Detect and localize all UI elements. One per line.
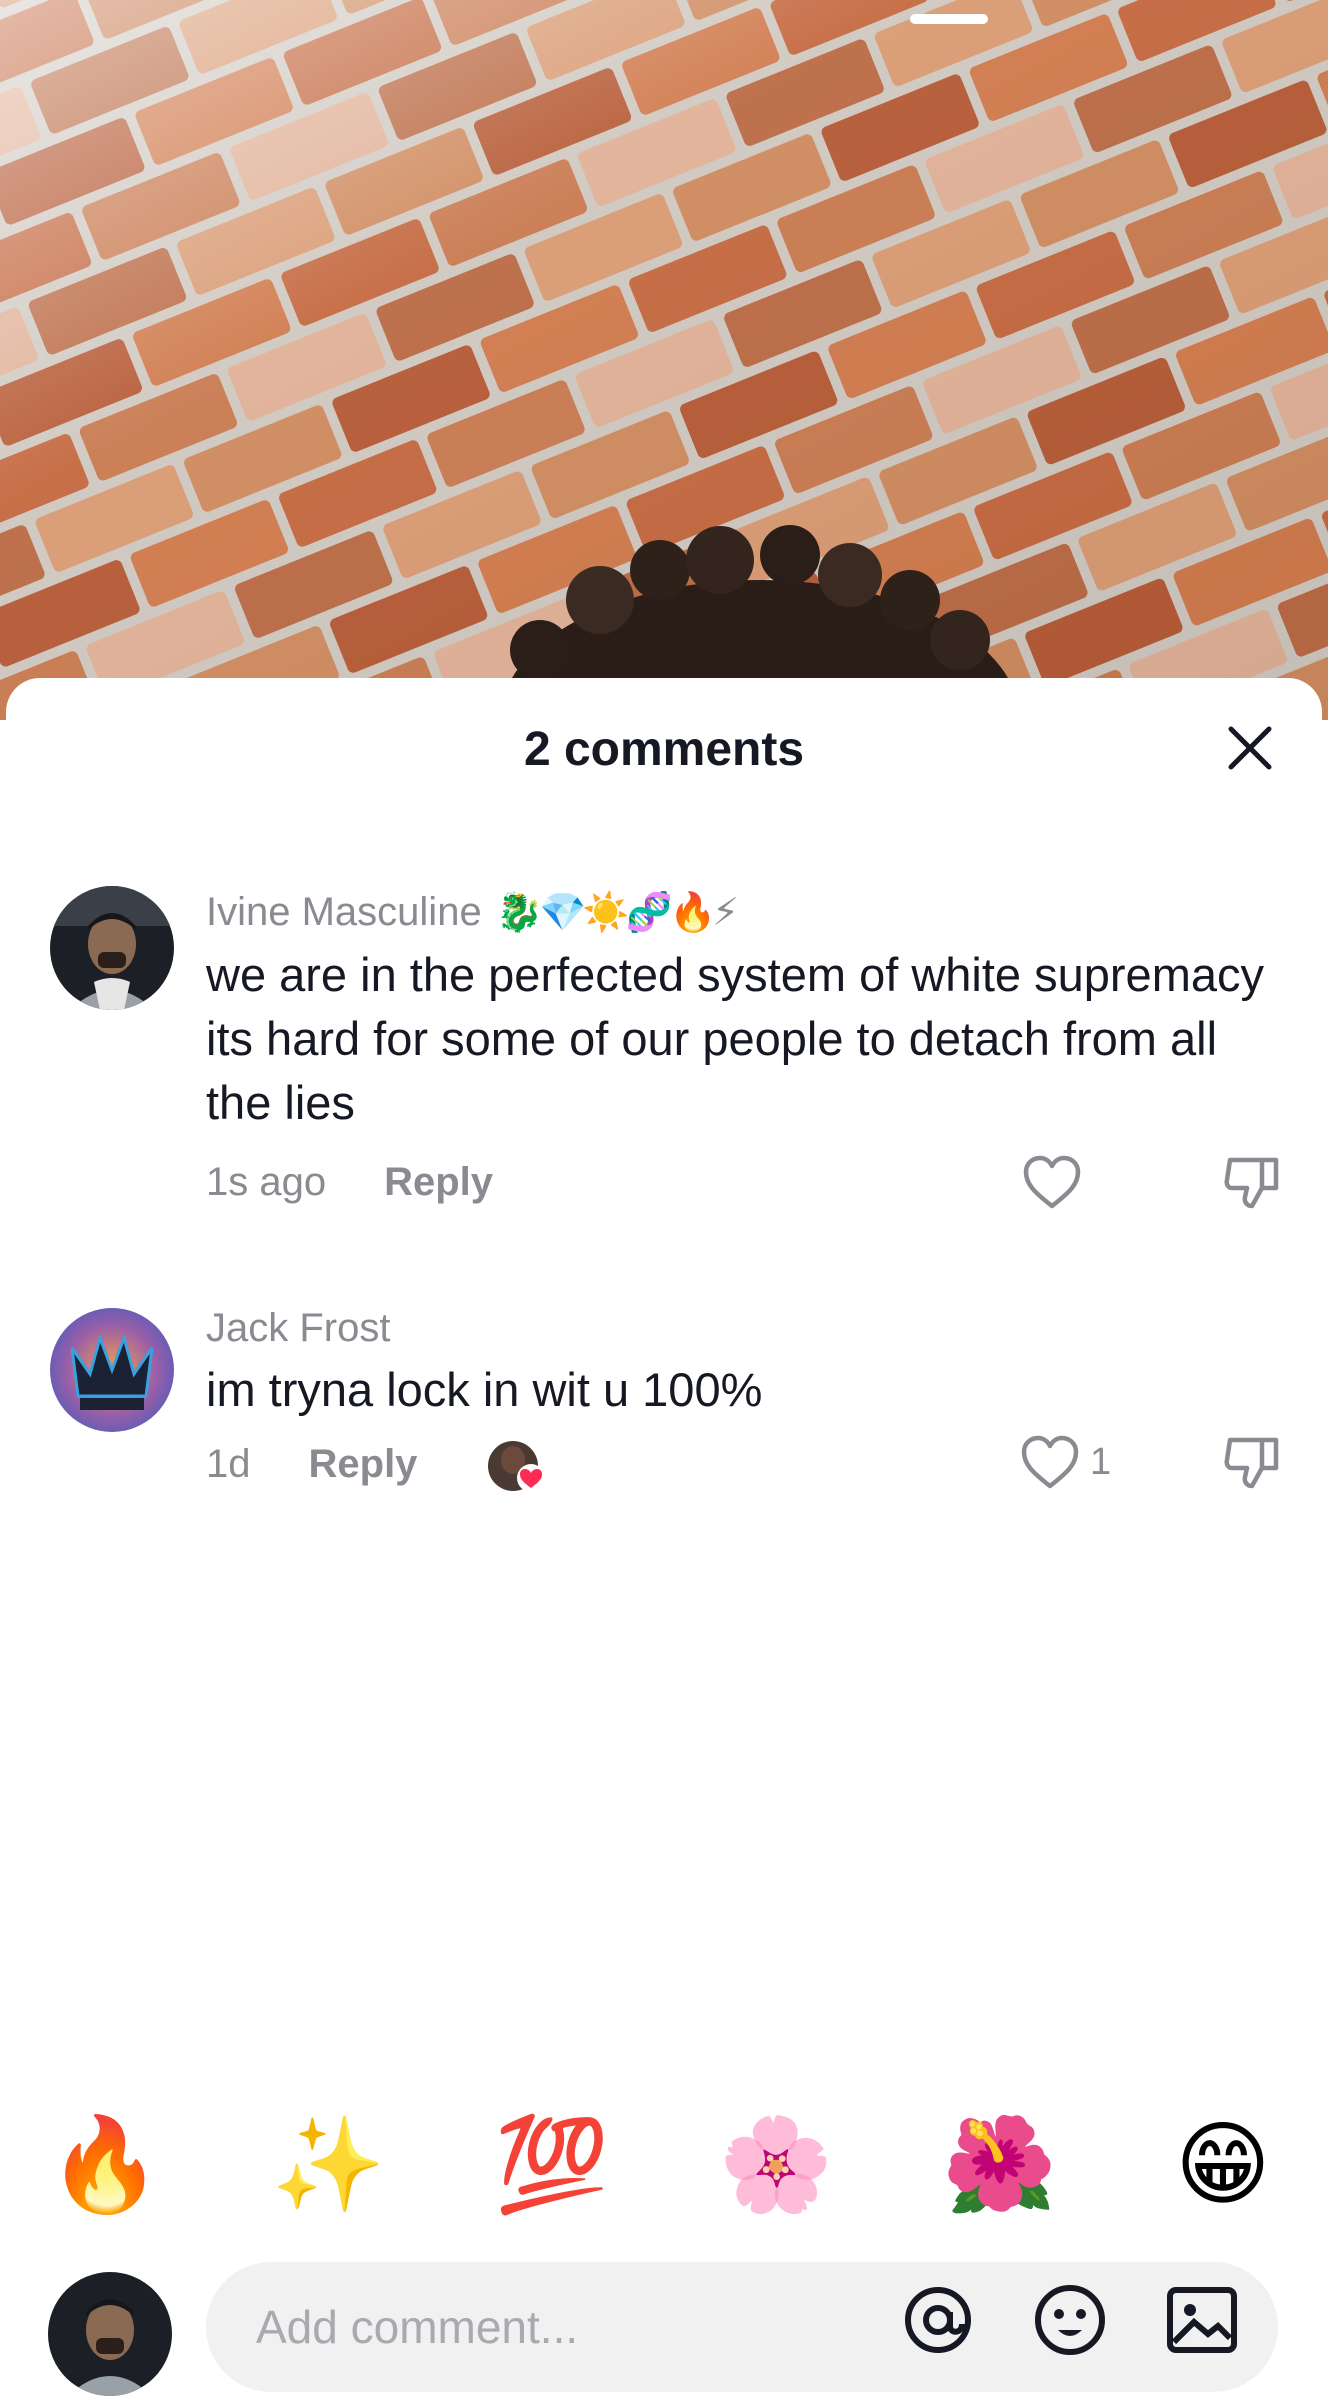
dislike-button[interactable] — [1222, 1152, 1282, 1217]
comment-meta: 1d Reply — [206, 1434, 546, 1494]
emoji-face-icon — [1035, 2285, 1105, 2355]
emoji-grin-button[interactable]: 😁 — [1158, 2110, 1288, 2220]
video-background[interactable] — [0, 0, 1328, 720]
comment-text: im tryna lock in wit u 100% — [206, 1363, 763, 1416]
close-icon — [1228, 726, 1272, 770]
mention-button[interactable] — [900, 2282, 976, 2358]
comments-sheet: 2 comments Ivine Masculine 🐉💎☀️🧬🔥⚡ we are… — [6, 678, 1322, 2340]
like-count: 1 — [1090, 1440, 1112, 1483]
comment-meta: 1s ago Reply — [206, 1152, 493, 1212]
comment-input-row — [0, 2262, 1328, 2396]
thumbs-down-icon — [1224, 1157, 1279, 1209]
comment-username[interactable]: Jack Frost — [206, 1304, 1286, 1352]
comments-count-title: 2 comments — [523, 723, 805, 776]
emoji-hundred-button[interactable]: 💯 — [487, 2110, 617, 2220]
dislike-button[interactable] — [1222, 1432, 1282, 1497]
image-icon — [1167, 2287, 1237, 2353]
creator-liked-heart-icon — [488, 1441, 546, 1492]
comment-time: 1d — [206, 1441, 251, 1486]
emoji-picker-button[interactable] — [1032, 2282, 1108, 2358]
thumbs-down-icon — [1224, 1437, 1279, 1489]
comment-text: we are in the perfected system of white … — [206, 948, 1264, 1129]
emoji-cherry-blossom-button[interactable]: 🌸 — [711, 2110, 841, 2220]
comment-input-container[interactable] — [206, 2262, 1278, 2392]
reply-button[interactable]: Reply — [309, 1442, 418, 1487]
emoji-hibiscus-button[interactable]: 🌺 — [934, 2110, 1064, 2220]
comment-input[interactable] — [254, 2286, 858, 2368]
at-icon — [905, 2287, 971, 2353]
creator-liked-badge — [487, 1438, 546, 1492]
emoji-fire-button[interactable]: 🔥 — [40, 2110, 170, 2220]
image-upload-button[interactable] — [1164, 2282, 1240, 2358]
emoji-sparkles-button[interactable]: ✨ — [264, 2110, 394, 2220]
quick-emoji-bar: 🔥 ✨ 💯 🌸 🌺 😁 — [40, 2110, 1288, 2220]
like-button[interactable]: 1 — [1020, 1434, 1111, 1490]
heart-outline-icon — [1021, 1435, 1079, 1489]
my-avatar — [48, 2272, 172, 2396]
user-badge-emojis: 🐉💎☀️🧬🔥⚡ — [495, 892, 739, 934]
drag-handle[interactable] — [910, 14, 988, 24]
close-button[interactable] — [1222, 720, 1278, 776]
reply-button[interactable]: Reply — [384, 1160, 493, 1205]
heart-outline-icon — [1023, 1155, 1081, 1209]
comment-time: 1s ago — [206, 1159, 327, 1204]
like-button[interactable] — [1022, 1154, 1092, 1210]
comment-username[interactable]: Ivine Masculine 🐉💎☀️🧬🔥⚡ — [206, 888, 1286, 937]
avatar[interactable] — [50, 1308, 174, 1432]
brick-wall-image — [0, 0, 1328, 720]
avatar[interactable] — [50, 886, 174, 1010]
